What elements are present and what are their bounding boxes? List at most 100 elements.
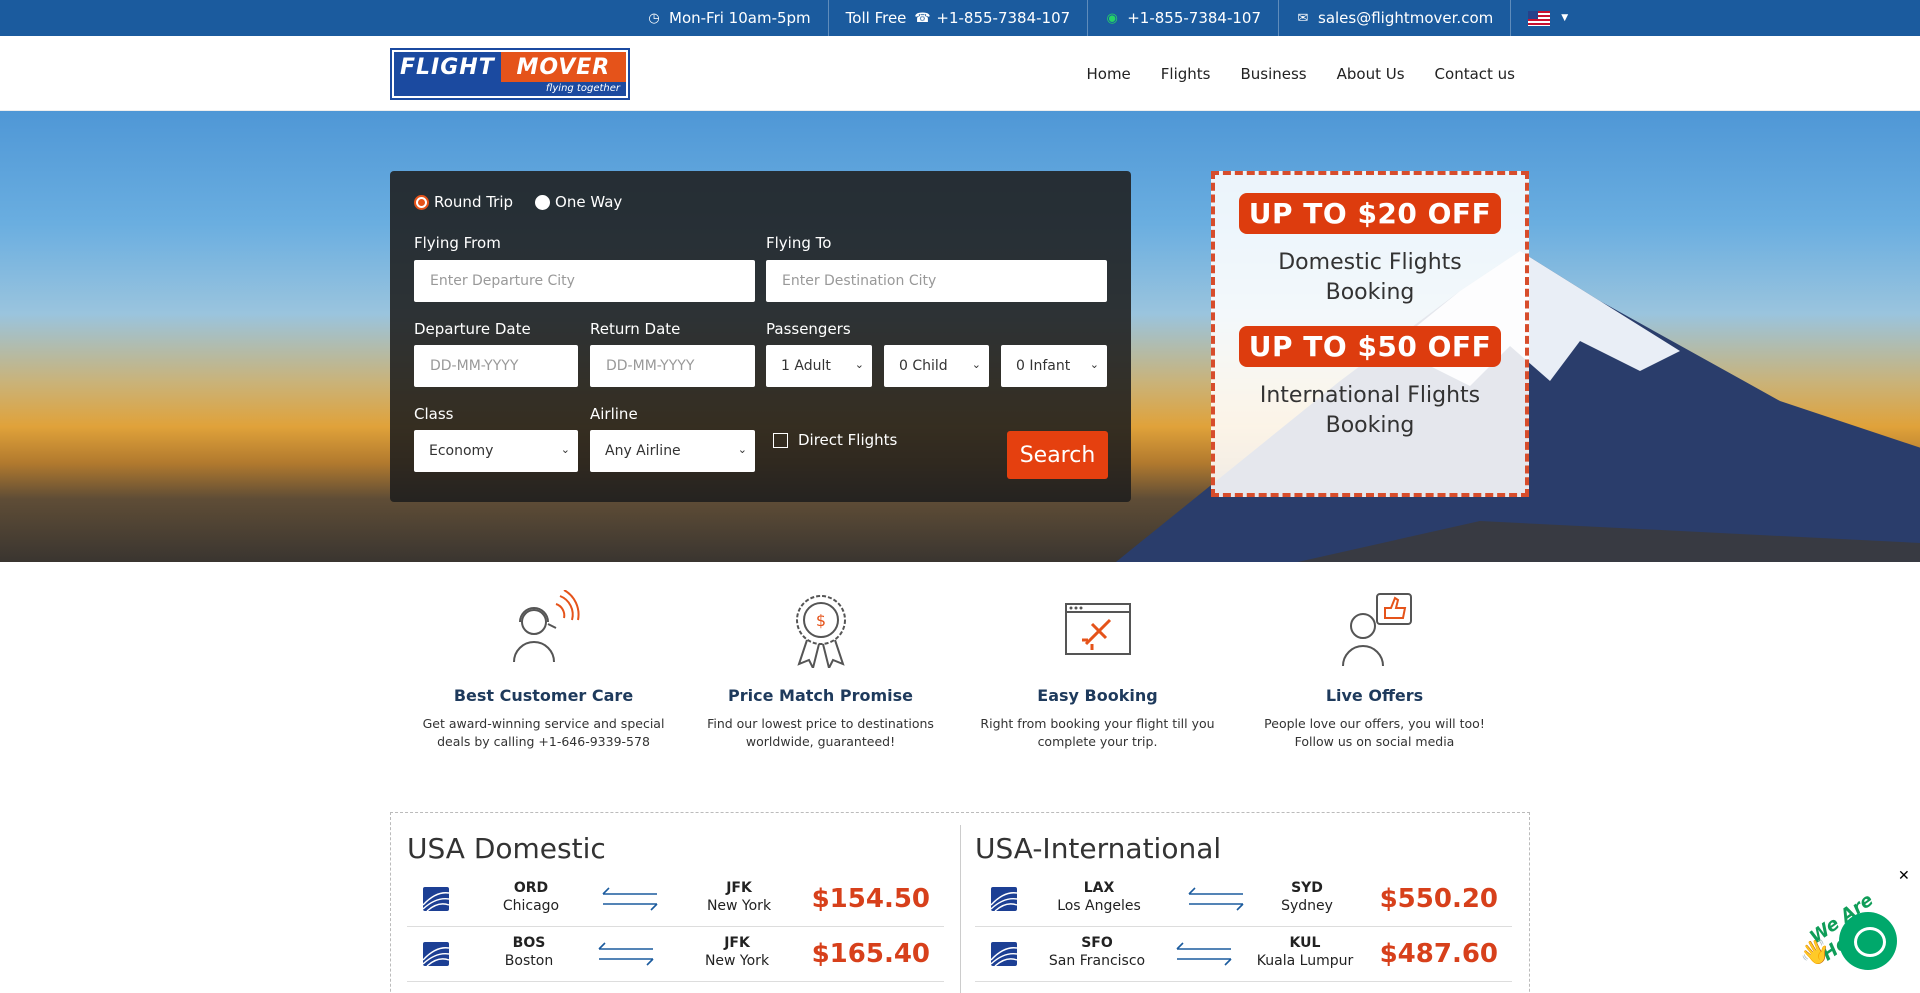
origin-city: Los Angeles	[1057, 898, 1141, 914]
round-trip-arrows-icon	[598, 942, 654, 966]
nav-about-us[interactable]: About Us	[1337, 65, 1405, 83]
origin-code: ORD	[513, 880, 549, 896]
phone-icon: ☎	[914, 10, 931, 26]
round-trip-arrows-icon	[1176, 942, 1232, 966]
class-label: Class	[414, 405, 454, 423]
logo-word-flight: FLIGHT	[394, 52, 501, 82]
features-section: Best Customer Care Get award-winning ser…	[405, 590, 1515, 751]
departure-date-input[interactable]: DD-MM-YYYY	[414, 345, 578, 387]
deal-row[interactable]: ORD Chicago JFK New York $154.50	[407, 872, 944, 927]
round-trip-arrows-icon	[602, 887, 658, 911]
flying-to-label: Flying To	[766, 234, 832, 252]
airline-label: Airline	[590, 405, 638, 423]
flight-deals-section: USA Domestic ORD Chicago JFK New York $1…	[390, 812, 1530, 993]
nav-home[interactable]: Home	[1086, 65, 1130, 83]
thumbs-up-agent-icon	[1341, 593, 1412, 667]
deals-divider	[960, 825, 961, 993]
round-trip-arrows-icon	[1188, 887, 1244, 911]
hero-banner: Round Trip One Way Flying From Enter Dep…	[0, 111, 1920, 562]
deal-row[interactable]: BOS Boston JFK New York $165.40	[407, 927, 944, 982]
return-date-input[interactable]: DD-MM-YYYY	[590, 345, 755, 387]
destination-city: New York	[706, 898, 772, 914]
us-flag-icon	[1528, 10, 1551, 26]
deal-price[interactable]: $487.60	[1380, 939, 1498, 969]
deal-price[interactable]: $165.40	[812, 939, 930, 969]
destination-code: JFK	[724, 935, 750, 951]
one-way-radio[interactable]: One Way	[535, 193, 622, 211]
children-select[interactable]: 0 Child ⌄	[884, 345, 989, 387]
chevron-down-icon: ⌄	[854, 358, 864, 371]
origin-city: Chicago	[502, 898, 560, 914]
headset-support-icon	[512, 590, 579, 663]
whatsapp-icon: ◉	[1106, 10, 1118, 26]
international-offer-text: International Flights Booking	[1259, 383, 1481, 438]
international-title: USA-International	[975, 832, 1222, 865]
nav-flights[interactable]: Flights	[1161, 65, 1211, 83]
chevron-down-icon: ⌄	[737, 443, 747, 456]
departure-date-label: Departure Date	[414, 320, 531, 338]
infants-select[interactable]: 0 Infant ⌄	[1001, 345, 1107, 387]
destination-city: Kuala Lumpur	[1256, 953, 1354, 969]
toll-free-number[interactable]: +1-855-7384-107	[936, 9, 1070, 27]
origin-code: LAX	[1083, 880, 1115, 896]
feature-text: Find our lowest price to destinations wo…	[707, 716, 934, 749]
adults-select[interactable]: 1 Adult ⌄	[766, 345, 872, 387]
destination-code: JFK	[726, 880, 752, 896]
site-header: FLIGHT MOVER flying together Home Flight…	[0, 36, 1920, 111]
domestic-offer-badge: UP TO $20 OFF	[1238, 193, 1502, 234]
feature-easy-booking: Easy Booking Right from booking your fli…	[959, 590, 1236, 751]
round-trip-radio[interactable]: Round Trip	[414, 193, 513, 211]
airline-logo-icon	[991, 942, 1017, 966]
deal-row[interactable]: LAX Los Angeles SYD Sydney $550.20	[975, 872, 1512, 927]
language-selector[interactable]: ▼	[1510, 0, 1585, 36]
trip-type-selector: Round Trip One Way	[414, 193, 622, 211]
deal-price[interactable]: $154.50	[812, 884, 930, 914]
direct-flights-option[interactable]: Direct Flights	[773, 431, 897, 449]
flying-to-input[interactable]: Enter Destination City	[766, 260, 1107, 302]
hours-text: Mon-Fri 10am-5pm	[669, 9, 811, 27]
chat-bubble-button[interactable]	[1839, 912, 1897, 970]
nav-contact-us[interactable]: Contact us	[1435, 65, 1515, 83]
flying-from-input[interactable]: Enter Departure City	[414, 260, 755, 302]
chevron-down-icon: ⌄	[971, 358, 981, 371]
domestic-title: USA Domestic	[407, 832, 606, 865]
email-address[interactable]: sales@flightmover.com	[1318, 9, 1493, 27]
search-button[interactable]: Search	[1007, 431, 1108, 479]
email-contact[interactable]: ✉ sales@flightmover.com	[1278, 0, 1510, 36]
deal-price[interactable]: $550.20	[1380, 884, 1498, 914]
destination-city: Sydney	[1281, 898, 1333, 914]
direct-flights-checkbox[interactable]	[773, 432, 788, 448]
price-badge-icon: $	[795, 595, 846, 668]
feature-live-offers: Live Offers People love our offers, you …	[1236, 590, 1513, 751]
airline-select[interactable]: Any Airline ⌄	[590, 430, 755, 472]
radio-unselected-icon[interactable]	[535, 194, 551, 210]
logo-tagline: flying together	[394, 82, 626, 96]
flying-from-label: Flying From	[414, 234, 501, 252]
direct-flights-label: Direct Flights	[798, 431, 898, 449]
deal-row[interactable]: SFO San Francisco KUL Kuala Lumpur $487.…	[975, 927, 1512, 982]
feature-title: Live Offers	[1325, 686, 1424, 705]
passengers-label: Passengers	[766, 320, 851, 338]
toll-free-label: Toll Free	[845, 9, 907, 27]
feature-text: Right from booking your flight till you …	[980, 716, 1215, 749]
chevron-down-icon: ⌄	[560, 443, 570, 456]
whatsapp-phone[interactable]: ◉ +1-855-7384-107	[1087, 0, 1278, 36]
feature-text: People love our offers, you will too! Fo…	[1264, 716, 1485, 749]
clock-icon: ◷	[648, 10, 660, 26]
airline-logo-icon	[991, 887, 1017, 911]
radio-selected-icon[interactable]	[414, 194, 429, 210]
domestic-offer-text: Domestic Flights Booking	[1278, 250, 1462, 305]
flight-search-form: Round Trip One Way Flying From Enter Dep…	[390, 171, 1131, 502]
feature-price-match: $ Price Match Promise Find our lowest pr…	[682, 590, 959, 751]
usa-international-deals: USA-International LAX Los Angeles SYD Sy…	[975, 813, 1512, 982]
class-select[interactable]: Economy ⌄	[414, 430, 578, 472]
top-bar: ◷ Mon-Fri 10am-5pm Toll Free ☎ +1-855-73…	[0, 0, 1920, 36]
envelope-icon: ✉	[1297, 10, 1309, 26]
chevron-down-icon: ▼	[1561, 13, 1569, 23]
toll-free-phone[interactable]: Toll Free ☎ +1-855-7384-107	[827, 0, 1088, 36]
flightmover-logo[interactable]: FLIGHT MOVER flying together	[390, 48, 630, 100]
promo-box: UP TO $20 OFF Domestic Flights Booking U…	[1211, 171, 1529, 497]
nav-business[interactable]: Business	[1240, 65, 1306, 83]
destination-code: KUL	[1289, 935, 1321, 951]
whatsapp-number[interactable]: +1-855-7384-107	[1127, 9, 1261, 27]
